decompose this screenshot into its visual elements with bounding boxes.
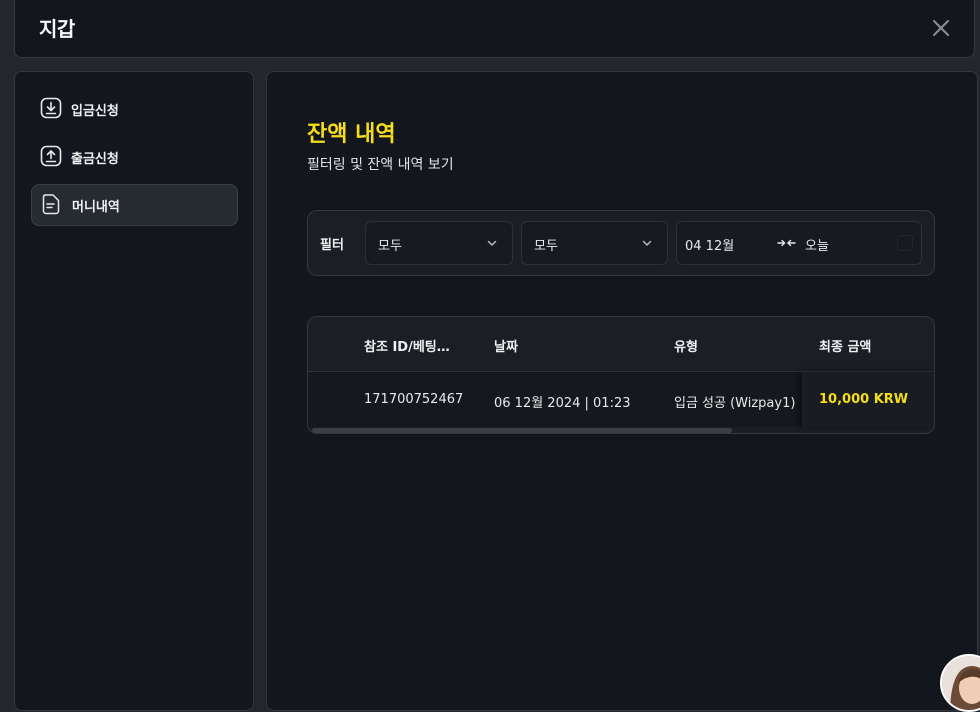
column-header-type: 유형	[674, 340, 698, 355]
sidebar-item-withdraw[interactable]: 출금신청	[31, 136, 238, 178]
horizontal-scrollbar[interactable]	[312, 428, 732, 433]
document-icon	[42, 194, 60, 215]
section-subtitle: 필터링 및 잔액 내역 보기	[307, 157, 454, 173]
swap-arrows-icon	[777, 239, 796, 247]
avatar-image	[942, 656, 980, 710]
date-range-picker[interactable]: 04 12월 오늘	[676, 221, 922, 265]
sidebar-item-label: 입금신청	[71, 104, 119, 119]
sidebar-item-label: 출금신청	[71, 152, 119, 167]
download-icon	[40, 97, 62, 119]
filter-bar: 필터 모두 모두 04 12월 오늘	[307, 210, 935, 276]
close-icon[interactable]	[930, 17, 952, 39]
table-row[interactable]: 171700752467 06 12월 2024 | 01:23 입금 성공 (…	[308, 372, 934, 427]
sidebar: 입금신청 출금신청 머니내역	[14, 71, 254, 711]
filter-label: 필터	[320, 238, 344, 253]
cell-reference-id: 171700752467	[364, 392, 464, 407]
section-title: 잔액 내역	[307, 122, 396, 147]
sidebar-item-deposit[interactable]: 입금신청	[31, 88, 238, 130]
upload-icon	[40, 145, 62, 167]
sidebar-item-label: 머니내역	[72, 200, 120, 215]
page-title: 지갑	[39, 17, 75, 41]
column-header-date: 날짜	[494, 340, 518, 355]
history-table: 참조 ID/베팅… 날짜 유형 최종 금액 171700752467 06 12…	[307, 316, 935, 434]
cell-date: 06 12월 2024 | 01:23	[494, 396, 631, 411]
wallet-header: 지갑	[14, 0, 975, 58]
chevron-down-icon	[642, 240, 652, 246]
main-panel: 잔액 내역 필터링 및 잔액 내역 보기 필터 모두 모두 04 12월 오늘	[266, 71, 978, 711]
cell-type: 입금 성공 (Wizpay1)	[674, 396, 796, 411]
calendar-icon[interactable]	[897, 235, 913, 251]
chevron-down-icon	[487, 240, 497, 246]
table-header: 참조 ID/베팅… 날짜 유형 최종 금액	[308, 317, 934, 372]
sidebar-item-money-history[interactable]: 머니내역	[31, 184, 238, 226]
column-header-reference: 참조 ID/베팅…	[364, 340, 450, 355]
filter-select-status[interactable]: 모두	[521, 221, 668, 265]
date-end[interactable]: 오늘	[805, 235, 829, 254]
sticky-amount-column: 10,000 KRW	[802, 372, 934, 427]
filter-select-type[interactable]: 모두	[365, 221, 513, 265]
cell-amount: 10,000 KRW	[819, 392, 909, 407]
column-header-amount: 최종 금액	[819, 340, 872, 355]
select-value: 모두	[534, 239, 558, 254]
date-start[interactable]: 04 12월	[685, 235, 734, 254]
select-value: 모두	[378, 239, 402, 254]
